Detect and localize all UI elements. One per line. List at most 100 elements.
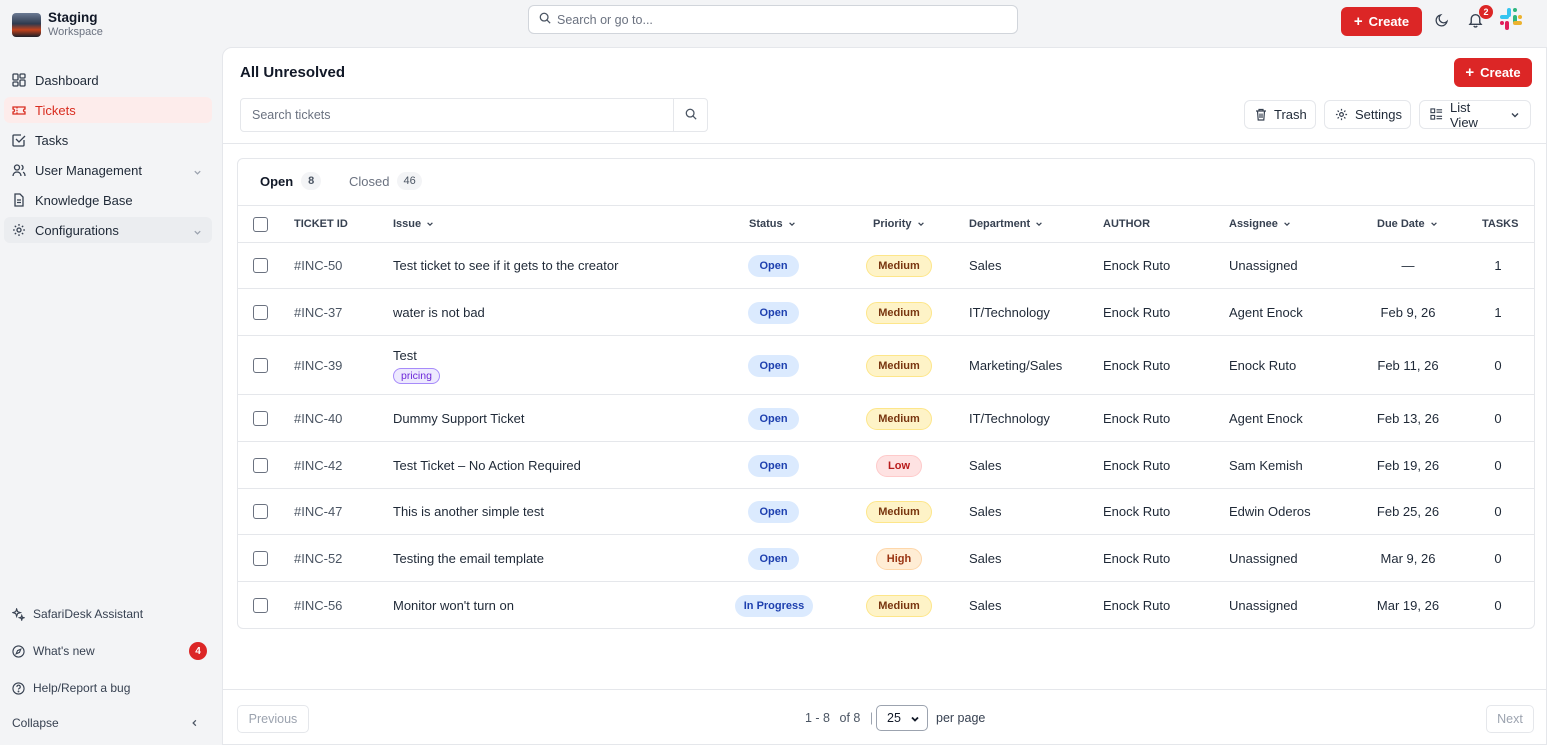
view-selector[interactable]: List View (1419, 100, 1531, 130)
priority-badge: Medium (866, 355, 932, 377)
priority-badge: High (876, 548, 922, 570)
col-status[interactable]: Status (749, 218, 796, 230)
table-row[interactable]: #INC-52 Testing the email template Open Hig… (238, 535, 1534, 582)
whats-new-link[interactable]: What's new 4 (12, 641, 207, 661)
sidebar-item-configurations[interactable]: Configurations (4, 217, 212, 243)
ticket-search-input[interactable]: Search tickets (241, 108, 673, 122)
ticket-due-date: — (1401, 258, 1415, 273)
ticket-id[interactable]: #INC-50 (294, 258, 342, 273)
col-due-date[interactable]: Due Date (1377, 218, 1438, 230)
help-icon (12, 681, 25, 695)
col-assignee[interactable]: Assignee (1229, 218, 1291, 230)
table-row[interactable]: #INC-42 Test Ticket – No Action Required O… (238, 442, 1534, 489)
row-checkbox[interactable] (253, 411, 268, 426)
row-checkbox[interactable] (253, 258, 268, 273)
col-label: Due Date (1377, 218, 1425, 230)
ticket-id[interactable]: #INC-42 (294, 458, 342, 473)
sidebar-item-tasks[interactable]: Tasks (4, 127, 212, 153)
ticket-due-date: Feb 19, 26 (1376, 458, 1440, 473)
status-badge: Open (748, 255, 799, 277)
settings-button[interactable]: Settings (1324, 100, 1411, 129)
next-button[interactable]: Next (1486, 705, 1534, 733)
ticket-issue[interactable]: Test (393, 348, 417, 363)
slack-icon[interactable] (1498, 6, 1524, 35)
ticket-id[interactable]: #INC-52 (294, 551, 342, 566)
ticket-author: Enock Ruto (1103, 504, 1171, 519)
ticket-tasks: 0 (1494, 551, 1502, 566)
col-department[interactable]: Department (969, 218, 1043, 230)
ticket-issue[interactable]: Test Ticket – No Action Required (393, 458, 581, 473)
row-checkbox[interactable] (253, 598, 268, 613)
previous-button[interactable]: Previous (237, 705, 309, 733)
status-badge: Open (748, 302, 799, 324)
row-checkbox[interactable] (253, 358, 268, 373)
ticket-issue[interactable]: Test ticket to see if it gets to the cre… (393, 258, 618, 273)
table-row[interactable]: #INC-50 Test ticket to see if it gets to … (238, 243, 1534, 289)
col-label: Status (749, 218, 783, 230)
tab-closed[interactable]: Closed 46 (349, 172, 422, 190)
table-row[interactable]: #INC-37 water is not bad Open Medium IT/Tech… (238, 289, 1534, 336)
ticket-department: Marketing/Sales (969, 358, 1063, 373)
ticket-tasks: 0 (1494, 411, 1502, 426)
create-ticket-button[interactable]: + Create (1454, 58, 1532, 87)
ticket-due-date: Feb 11, 26 (1377, 358, 1439, 373)
create-label: Create (1368, 14, 1410, 29)
moon-icon[interactable] (1435, 13, 1449, 30)
ticket-assignee: Sam Kemish (1229, 458, 1303, 473)
col-priority[interactable]: Priority (873, 218, 925, 230)
assistant-link[interactable]: SafariDesk Assistant (12, 604, 207, 624)
col-label: Priority (873, 218, 912, 230)
sidebar-item-dashboard[interactable]: Dashboard (4, 67, 212, 93)
table-row[interactable]: #INC-56 Monitor won't turn on In Progress M… (238, 582, 1534, 628)
col-label: TASKS (1482, 218, 1519, 230)
page-size-select[interactable]: 25 (876, 705, 928, 731)
per-page-label: per page (936, 711, 986, 725)
col-issue[interactable]: Issue (393, 218, 434, 230)
ticket-issue[interactable]: This is another simple test (393, 504, 544, 519)
ticket-id[interactable]: #INC-56 (294, 598, 342, 613)
chevron-down-icon (910, 713, 920, 727)
sidebar-item-label: User Management (35, 162, 142, 178)
trash-button[interactable]: Trash (1244, 100, 1316, 129)
row-checkbox[interactable] (253, 458, 268, 473)
sidebar-item-user-management[interactable]: User Management (4, 157, 212, 183)
tab-label: Closed (349, 173, 390, 189)
workspace-switcher[interactable]: Staging Workspace (12, 10, 103, 39)
row-checkbox[interactable] (253, 504, 268, 519)
tab-open[interactable]: Open 8 (260, 172, 322, 190)
ticket-issue[interactable]: Dummy Support Ticket (393, 411, 525, 426)
sort-icon (917, 220, 925, 228)
workspace-logo (12, 12, 41, 37)
create-label: Create (1480, 65, 1521, 80)
ticket-department: IT/Technology (969, 411, 1050, 426)
page-size-value: 25 (887, 711, 901, 725)
ticket-id[interactable]: #INC-37 (294, 305, 342, 320)
sidebar-item-knowledge-base[interactable]: Knowledge Base (4, 187, 212, 213)
ticket-search-button[interactable] (673, 99, 707, 131)
create-button-top[interactable]: + Create (1341, 7, 1422, 36)
table-row[interactable]: #INC-39 Test pricing Open Medium Marketing/Sa… (238, 336, 1534, 395)
trash-label: Trash (1274, 107, 1307, 122)
ticket-due-date: Mar 9, 26 (1380, 551, 1436, 566)
row-checkbox[interactable] (253, 305, 268, 320)
select-all-checkbox[interactable] (253, 217, 268, 232)
help-link[interactable]: Help/Report a bug (12, 678, 207, 698)
tab-label: Open (260, 173, 294, 189)
search-icon (539, 12, 551, 27)
workspace-subtitle: Workspace (48, 26, 103, 38)
ticket-id[interactable]: #INC-39 (294, 358, 342, 373)
ticket-issue[interactable]: Monitor won't turn on (393, 598, 514, 613)
table-row[interactable]: #INC-40 Dummy Support Ticket Open Medium IT/… (238, 395, 1534, 442)
global-search-input[interactable]: Search or go to... (528, 5, 1018, 34)
ticket-id[interactable]: #INC-40 (294, 411, 342, 426)
ticket-due-date: Mar 19, 26 (1376, 598, 1440, 613)
ticket-id[interactable]: #INC-47 (294, 504, 342, 519)
table-row[interactable]: #INC-47 This is another simple test Open Me… (238, 489, 1534, 535)
collapse-sidebar-button[interactable]: Collapse (12, 716, 207, 730)
sidebar-item-tickets[interactable]: Tickets (4, 97, 212, 123)
col-author: AUTHOR (1103, 218, 1150, 230)
help-label: Help/Report a bug (33, 681, 131, 695)
ticket-issue[interactable]: Testing the email template (393, 551, 544, 566)
ticket-issue[interactable]: water is not bad (393, 305, 485, 320)
row-checkbox[interactable] (253, 551, 268, 566)
